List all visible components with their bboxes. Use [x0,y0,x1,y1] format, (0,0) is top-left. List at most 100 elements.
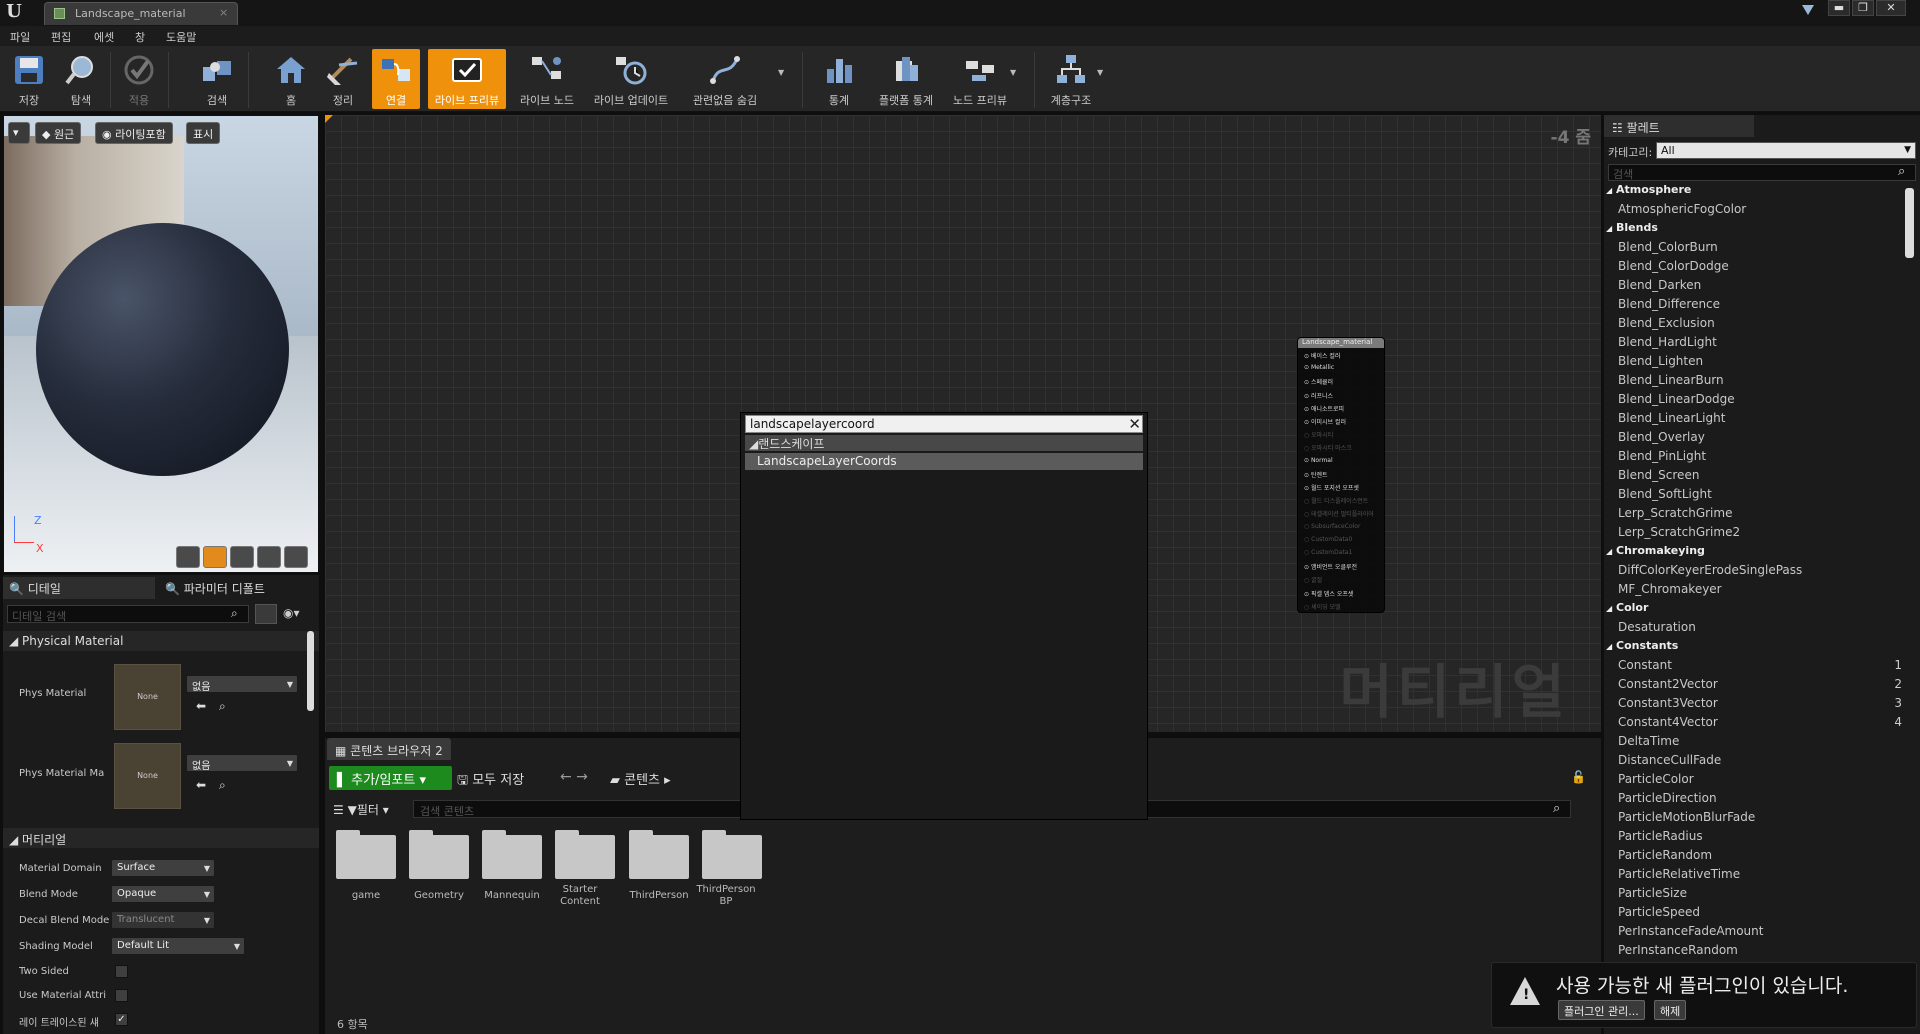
source-control-icon[interactable] [1800,3,1816,17]
palette-scrollbar[interactable] [1905,188,1914,258]
ray-traced-shadows-checkbox[interactable]: ✓ [115,1013,128,1026]
palette-item[interactable]: ParticleRandom [1604,848,1904,867]
pin-connector-icon[interactable]: ⊙ [1304,472,1311,479]
palette-category[interactable]: ◢ Color [1604,601,1904,620]
folder-icon[interactable] [336,830,396,879]
palette-item[interactable]: Blend_HardLight [1604,335,1904,354]
path-arrow-icon[interactable]: ▸ [664,773,671,788]
palette-item[interactable]: Blend_Darken [1604,278,1904,297]
save-all-button[interactable]: 🖫 모두 저장 [457,769,524,793]
palette-item[interactable]: Blend_Exclusion [1604,316,1904,335]
material-input-pin[interactable]: ⊙ Metallic [1304,364,1334,371]
hierarchy-button[interactable]: 계층구조 [1046,49,1096,109]
palette-item[interactable]: Constant2Vector 2 [1604,677,1904,696]
material-input-pin[interactable]: ○ 월드 디스플레이스먼트 [1304,496,1368,505]
node-search-input[interactable]: landscapelayercoord [745,415,1143,433]
node-preview-dropdown-icon[interactable]: ▼ [1010,68,1016,77]
result-item[interactable]: LandscapeLayerCoords [745,453,1143,470]
folder-label[interactable]: game [330,890,402,902]
palette-item[interactable]: MF_Chromakeyer [1604,582,1904,601]
palette-item[interactable]: Constant 1 [1604,658,1904,677]
folder-icon[interactable] [409,830,469,879]
material-input-pin[interactable]: ○ 테셀레이션 멀티플라이어 [1304,509,1374,518]
palette-item[interactable]: PerInstanceFadeAmount [1604,924,1904,943]
pin-connector-icon[interactable]: ⊙ [1304,591,1311,598]
folder-label[interactable]: Geometry [403,890,475,902]
node-preview-button[interactable]: 노드 프리뷰 [948,49,1012,109]
section-physical-material[interactable]: ◢ Physical Material [3,631,319,651]
viewport-options-button[interactable]: ▾ [8,122,30,144]
material-input-pin[interactable]: ⊙ 러프니스 [1304,391,1333,400]
material-input-pin[interactable]: ⊙ 월드 포지션 오프셋 [1304,483,1359,492]
menu-edit[interactable]: 편집 [51,29,71,45]
palette-item[interactable]: Blend_LinearDodge [1604,392,1904,411]
palette-item[interactable]: Blend_Overlay [1604,430,1904,449]
tab-parameter-defaults[interactable]: 🔍 파라미터 디폴트 [159,577,315,599]
pin-connector-icon[interactable]: ⊙ [1304,406,1311,413]
folder-label[interactable]: ThirdPerson BP [696,884,756,908]
close-window-button[interactable]: ✕ [1876,0,1906,16]
palette-item[interactable]: Blend_PinLight [1604,449,1904,468]
blend-mode-combo[interactable]: Opaque ▼ [111,885,215,903]
material-preview-viewport[interactable]: ▾ ◆ 원근 ◉ 라이팅포함 표시 Z X [3,115,319,573]
hide-unrelated-button[interactable]: 관련없음 숨김 [682,49,768,109]
tab-palette[interactable]: ☷ 팔레트 [1604,115,1754,137]
clean-up-button[interactable]: 정리 [320,49,366,109]
pin-connector-icon[interactable]: ⊙ [1304,393,1311,400]
tab-content-browser[interactable]: ▦ 콘텐츠 브라우저 2 [327,738,451,760]
lit-mode-button[interactable]: ◉ 라이팅포함 [95,122,173,144]
palette-category[interactable]: ◢ Blends [1604,221,1904,240]
save-button[interactable]: 저장 [6,49,52,109]
stats-button[interactable]: 통계 [816,49,862,109]
pin-connector-icon[interactable]: ⊙ [1304,419,1311,426]
palette-category[interactable]: ◢ Constants [1604,639,1904,658]
folder-icon[interactable] [482,830,542,879]
material-input-pin[interactable]: ○ 오파시티 마스크 [1304,443,1352,452]
material-input-pin[interactable]: ⊙ 픽셀 뎁스 오프셋 [1304,589,1353,598]
live-nodes-button[interactable]: 라이브 노드 [514,49,580,109]
folder-label[interactable]: Starter Content [549,884,611,908]
maximize-button[interactable]: ❐ [1852,0,1874,16]
palette-item[interactable]: Blend_Screen [1604,468,1904,487]
grid-view-icon[interactable] [255,604,277,624]
pin-connector-icon[interactable]: ⊙ [1304,457,1311,464]
palette-item[interactable]: Lerp_ScratchGrime [1604,506,1904,525]
live-update-button[interactable]: 라이브 업데이트 [588,49,674,109]
tab-details[interactable]: 🔍 디테일 [3,577,155,599]
palette-item[interactable]: ParticleSize [1604,886,1904,905]
hide-unrelated-dropdown-icon[interactable]: ▼ [778,68,784,77]
phys-material-combo[interactable]: 없음 ▼ [186,675,298,693]
palette-item[interactable]: DiffColorKeyerErodeSinglePass [1604,563,1904,582]
folder-label[interactable]: ThirdPerson [623,890,695,902]
use-material-attributes-checkbox[interactable] [115,989,128,1002]
material-input-pin[interactable]: ○ SubsurfaceColor [1304,523,1360,530]
phys-material-thumbnail[interactable]: None [114,664,181,730]
live-preview-button[interactable]: 라이브 프리뷰 [428,49,506,109]
palette-item[interactable]: Blend_LinearLight [1604,411,1904,430]
pin-connector-icon[interactable]: ⊙ [1304,379,1311,386]
menu-help[interactable]: 도움말 [166,29,196,45]
pin-connector-icon[interactable]: ⊙ [1304,353,1311,360]
material-input-pin[interactable]: ⊙ 이미시브 컬러 [1304,417,1346,426]
phys-material-mask-thumbnail[interactable]: None [114,743,181,809]
palette-item[interactable]: ParticleSpeed [1604,905,1904,924]
material-input-pin[interactable]: ○ 굴절 [1304,575,1322,584]
filter-button[interactable]: ☰ ▼필터 ▾ [333,801,389,818]
browse-asset-icon[interactable]: ⌕ [219,778,226,793]
menu-file[interactable]: 파일 [10,29,30,45]
apply-button[interactable]: 적용 [116,49,162,109]
material-result-node[interactable]: Landscape_material ⊙ 베이스 컬러 ⊙ Metallic ⊙ 스… [1297,337,1385,613]
add-import-button[interactable]: ▌ 추가/임포트 ▾ [329,766,452,790]
result-category[interactable]: ◢랜드스케이프 [745,435,1143,451]
palette-category[interactable]: ◢ Atmosphere [1604,183,1904,202]
palette-item[interactable]: Blend_LinearBurn [1604,373,1904,392]
palette-item[interactable]: Blend_ColorDodge [1604,259,1904,278]
two-sided-checkbox[interactable] [115,965,128,978]
material-input-pin[interactable]: ⊙ 스페큘러 [1304,377,1333,386]
palette-item[interactable]: ParticleRadius [1604,829,1904,848]
show-button[interactable]: 표시 [186,122,221,144]
lock-icon[interactable]: 🔓 [1571,770,1586,784]
history-nav-buttons[interactable]: ← → [560,769,588,785]
perspective-button[interactable]: ◆ 원근 [35,122,82,144]
pin-connector-icon[interactable]: ⊙ [1304,485,1311,492]
